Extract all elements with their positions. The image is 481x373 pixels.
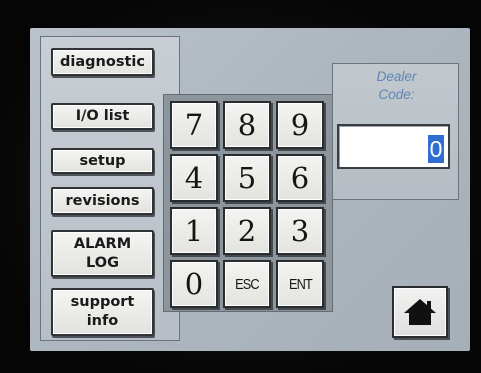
key-0[interactable]: 0: [170, 260, 218, 308]
key-6[interactable]: 6: [276, 154, 324, 202]
enter-key[interactable]: ENT: [276, 260, 324, 308]
key-5[interactable]: 5: [223, 154, 271, 202]
home-icon: [404, 299, 436, 325]
menu-panel: diagnostic I/O list setup revisions ALAR…: [40, 36, 180, 341]
key-3[interactable]: 3: [276, 207, 324, 255]
key-8[interactable]: 8: [223, 101, 271, 149]
key-9[interactable]: 9: [276, 101, 324, 149]
alarm-log-button[interactable]: ALARM LOG: [51, 230, 154, 277]
enter-key-label: ENT: [288, 275, 313, 293]
home-button[interactable]: [392, 286, 448, 338]
dealer-code-label: Dealer Code:: [376, 69, 417, 102]
device-bezel: diagnostic I/O list setup revisions ALAR…: [0, 0, 481, 373]
dealer-code-panel: Dealer Code: 0: [332, 63, 459, 200]
dealer-code-field[interactable]: 0: [337, 124, 450, 169]
setup-button[interactable]: setup: [51, 148, 154, 174]
key-4[interactable]: 4: [170, 154, 218, 202]
support-info-button[interactable]: support info: [51, 288, 154, 336]
key-7[interactable]: 7: [170, 101, 218, 149]
touch-screen: diagnostic I/O list setup revisions ALAR…: [30, 28, 470, 351]
key-2[interactable]: 2: [223, 207, 271, 255]
esc-key-label: ESC: [235, 275, 260, 293]
diagnostic-button[interactable]: diagnostic: [51, 48, 154, 76]
io-list-button[interactable]: I/O list: [51, 103, 154, 130]
revisions-button[interactable]: revisions: [51, 187, 154, 215]
key-1[interactable]: 1: [170, 207, 218, 255]
numeric-keypad: 7 8 9 4 5 6 1 2 3 0 ESC ENT: [163, 94, 333, 312]
dealer-code-value: 0: [428, 135, 444, 163]
esc-key[interactable]: ESC: [223, 260, 271, 308]
